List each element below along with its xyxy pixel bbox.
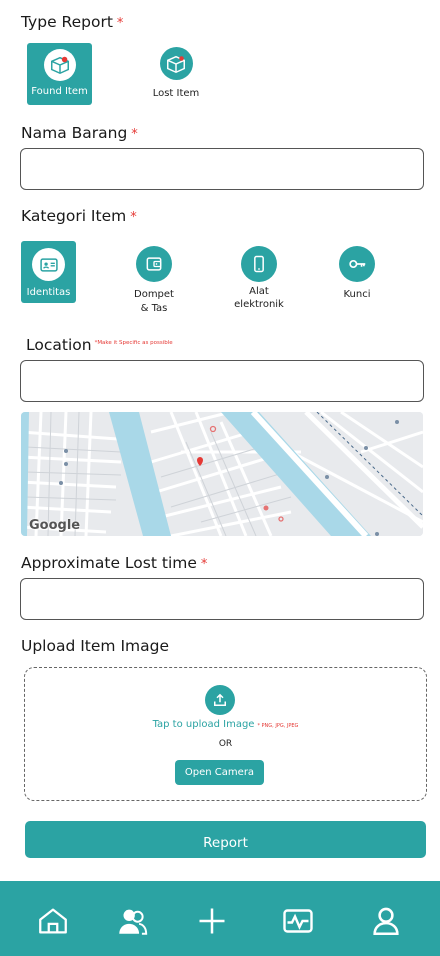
- lost-time-input[interactable]: [20, 578, 424, 620]
- dompet-label-line2: & Tas: [140, 303, 168, 314]
- open-camera-button[interactable]: Open Camera: [175, 760, 264, 785]
- wallet-icon: [136, 246, 172, 282]
- upload-formats: * PNG, JPG, JPEG: [257, 723, 299, 729]
- upload-icon[interactable]: [205, 685, 235, 715]
- plus-icon[interactable]: [194, 903, 230, 939]
- kategori-alat-elektronik[interactable]: Alat elektronik: [231, 246, 287, 318]
- location-input[interactable]: [20, 360, 424, 402]
- activity-icon[interactable]: [280, 903, 316, 939]
- location-label: Location *Make it Specific as possible: [26, 336, 173, 354]
- nama-barang-label: Nama Barang *: [21, 124, 138, 142]
- key-icon: [339, 246, 375, 282]
- location-map[interactable]: Google: [21, 412, 423, 536]
- upload-dropzone[interactable]: Tap to upload Image * PNG, JPG, JPEG OR O…: [24, 667, 427, 801]
- nama-barang-input[interactable]: [20, 148, 424, 190]
- kunci-label: Kunci: [343, 289, 371, 300]
- users-icon[interactable]: [114, 903, 150, 939]
- kategori-identitas[interactable]: Identitas: [21, 241, 76, 303]
- upload-label: Upload Item Image: [21, 637, 169, 655]
- location-hint: *Make it Specific as possible: [94, 340, 173, 346]
- kategori-kunci[interactable]: Kunci: [332, 246, 382, 306]
- map-attribution: Google: [29, 518, 81, 533]
- kategori-dompet-tas[interactable]: Dompet & Tas: [127, 246, 181, 318]
- alat-label-line2: elektronik: [234, 299, 284, 310]
- found-item-box-icon: [43, 49, 76, 81]
- or-divider: OR: [218, 739, 233, 749]
- phone-icon: [241, 246, 277, 282]
- type-report-label: Type Report *: [21, 13, 124, 31]
- bottom-nav: [0, 881, 440, 956]
- profile-icon[interactable]: [368, 903, 404, 939]
- report-button[interactable]: Report: [25, 821, 426, 858]
- tap-to-upload-link[interactable]: Tap to upload Image * PNG, JPG, JPEG: [25, 719, 426, 730]
- found-item-label: Found Item: [31, 86, 88, 97]
- kategori-label: Kategori Item *: [21, 207, 137, 225]
- home-icon[interactable]: [35, 903, 71, 939]
- type-option-lost-item[interactable]: Lost Item: [146, 47, 206, 103]
- alat-label-line1: Alat: [249, 286, 269, 297]
- lost-item-label: Lost Item: [152, 88, 200, 99]
- lost-item-box-icon: [159, 47, 193, 80]
- lost-time-label: Approximate Lost time *: [21, 554, 208, 572]
- dompet-label-line1: Dompet: [134, 289, 174, 300]
- id-card-icon: [32, 248, 65, 281]
- identitas-label: Identitas: [26, 287, 71, 298]
- type-option-found-item[interactable]: Found Item: [27, 43, 92, 105]
